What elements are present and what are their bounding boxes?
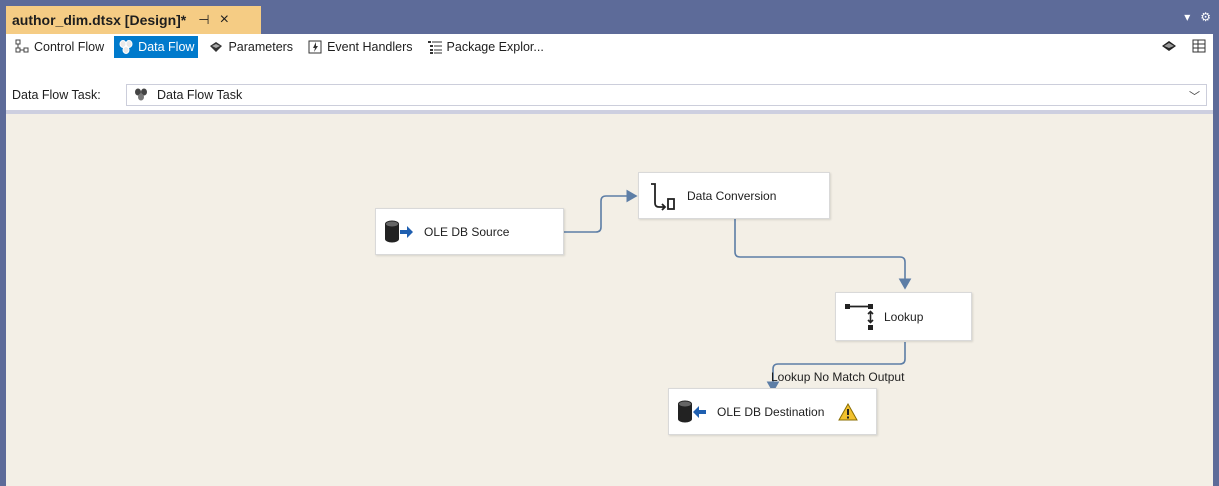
toolbar-right [1161, 38, 1207, 57]
tab-label: Package Explor... [446, 40, 544, 54]
designer-toolbar: Control Flow Data Flow Parameters Event … [6, 34, 1213, 80]
tab-control-flow[interactable]: Control Flow [10, 36, 108, 58]
task-selector-label: Data Flow Task: [12, 88, 101, 102]
toolbox-icon[interactable] [1191, 38, 1207, 57]
lookup-icon [844, 302, 874, 332]
node-label: OLE DB Destination [717, 404, 825, 419]
dropdown-icon[interactable]: ▾ [1184, 10, 1190, 24]
ole-db-source-icon [384, 217, 414, 247]
tab-package-explorer[interactable]: Package Explor... [423, 36, 548, 58]
node-label: Lookup [884, 309, 924, 324]
tab-label: Event Handlers [327, 40, 413, 54]
designer-tabs: Control Flow Data Flow Parameters Event … [10, 36, 554, 58]
event-handlers-icon [307, 39, 323, 55]
data-flow-task-icon [133, 86, 149, 105]
package-designer: Control Flow Data Flow Parameters Event … [6, 34, 1213, 486]
task-selector-bar: Data Flow Task: Data Flow Task ﹀ [6, 80, 1213, 110]
path-source-to-conversion [564, 189, 638, 233]
tab-label: Data Flow [138, 40, 195, 54]
pin-icon[interactable]: ⊣ [198, 12, 209, 28]
tab-strip-controls: ▾ ⚙ [1184, 10, 1211, 24]
tab-label: Control Flow [34, 40, 105, 54]
data-flow-canvas[interactable]: OLE DB Source Data Conversion Lookup Loo… [6, 114, 1213, 486]
parameters-icon [208, 39, 224, 55]
package-explorer-icon [427, 39, 443, 55]
path-conversion-to-lookup [734, 217, 912, 290]
selected-task: Data Flow Task [157, 88, 243, 102]
tab-event-handlers[interactable]: Event Handlers [303, 36, 416, 58]
variables-icon[interactable] [1161, 38, 1177, 57]
data-conversion-node[interactable]: Data Conversion [638, 172, 830, 219]
data-flow-task-dropdown[interactable]: Data Flow Task ﹀ [126, 84, 1207, 106]
ole-db-destination-icon [677, 397, 707, 427]
warning-icon[interactable] [838, 402, 859, 421]
data-paths [564, 189, 912, 393]
tab-label: Parameters [228, 40, 294, 54]
tab-parameters[interactable]: Parameters [204, 36, 297, 58]
close-icon[interactable]: × [220, 11, 229, 29]
ole-db-source-node[interactable]: OLE DB Source [375, 208, 564, 255]
node-label: Data Conversion [687, 188, 777, 203]
data-flow-icon [118, 39, 134, 55]
lookup-node[interactable]: Lookup [835, 292, 972, 341]
gear-icon[interactable]: ⚙ [1200, 10, 1211, 24]
control-flow-icon [14, 39, 30, 55]
node-label: OLE DB Source [424, 224, 510, 239]
data-conversion-icon [647, 181, 677, 211]
document-tab-title: author_dim.dtsx [Design]* [12, 12, 187, 28]
document-tab[interactable]: author_dim.dtsx [Design]* ⊣ × [6, 6, 261, 34]
lookup-no-match-output-label[interactable]: Lookup No Match Output [771, 370, 904, 384]
ole-db-destination-node[interactable]: OLE DB Destination [668, 388, 877, 435]
tab-data-flow[interactable]: Data Flow [114, 36, 199, 58]
chevron-down-icon[interactable]: ﹀ [1189, 88, 1200, 104]
document-tab-strip: author_dim.dtsx [Design]* ⊣ × ▾ ⚙ [0, 0, 1219, 34]
